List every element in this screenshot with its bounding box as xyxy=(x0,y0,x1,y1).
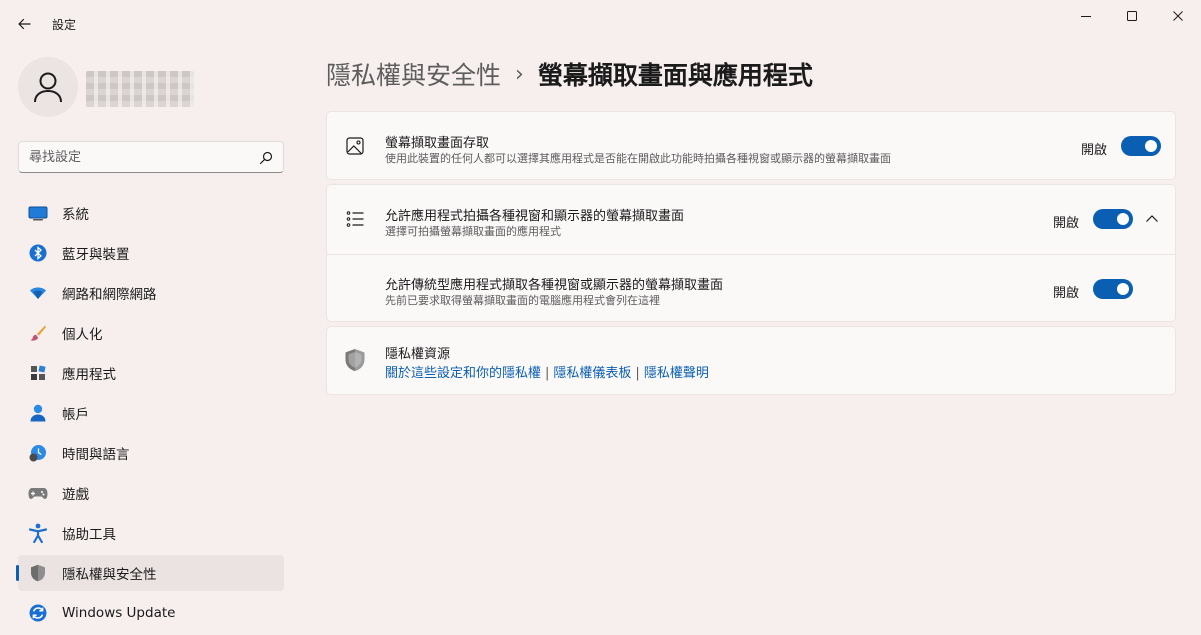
sidebar-item-label: 系統 xyxy=(62,207,89,223)
minimize-icon xyxy=(1081,16,1091,17)
sidebar-nav: 系統 藍牙與裝置 網路和網際網路 個人化 應用程式 帳戶 時間與語言 遊戲 協助… xyxy=(16,195,284,635)
search-icon[interactable] xyxy=(259,150,273,169)
window-controls xyxy=(1063,0,1201,32)
sidebar-item-personalization[interactable]: 個人化 xyxy=(18,315,284,351)
sidebar-item-label: 隱私權與安全性 xyxy=(62,567,157,583)
image-icon xyxy=(344,135,366,157)
allow-desktop-apps-toggle[interactable] xyxy=(1093,279,1133,299)
sidebar-item-privacy-security[interactable]: 隱私權與安全性 xyxy=(16,555,284,591)
toggle-state-label: 開啟 xyxy=(1053,216,1080,231)
setting-title: 螢幕擷取畫面存取 xyxy=(385,136,490,151)
sidebar-item-label: 時間與語言 xyxy=(62,447,130,463)
sidebar-item-label: Windows Update xyxy=(62,605,176,621)
profile-name-redacted xyxy=(86,71,194,107)
network-icon xyxy=(28,283,48,303)
title-bar: 設定 xyxy=(0,0,1201,48)
close-icon xyxy=(1173,11,1183,21)
setting-title: 允許應用程式拍攝各種視窗和顯示器的螢幕擷取畫面 xyxy=(385,209,685,224)
screenshot-access-toggle[interactable] xyxy=(1121,136,1161,156)
toggle-state-label: 開啟 xyxy=(1081,143,1108,158)
back-button[interactable] xyxy=(12,12,36,36)
breadcrumb-separator: › xyxy=(515,61,524,87)
account-icon xyxy=(28,403,48,423)
screenshot-access-card: 螢幕擷取畫面存取 使用此裝置的任何人都可以選擇其應用程式是否能在開啟此功能時拍攝… xyxy=(326,111,1176,180)
sidebar-item-label: 遊戲 xyxy=(62,487,89,503)
system-display-icon xyxy=(28,203,48,223)
breadcrumb-parent[interactable]: 隱私權與安全性 xyxy=(326,56,501,92)
windows-update-icon xyxy=(28,603,48,623)
setting-description: 使用此裝置的任何人都可以選擇其應用程式是否能在開啟此功能時拍攝各種視窗或顯示器的… xyxy=(385,152,891,165)
toggle-state-label: 開啟 xyxy=(1053,286,1080,301)
allow-desktop-apps-row: 允許傳統型應用程式擷取各種視窗或顯示器的螢幕擷取畫面 先前已要求取得螢幕擷取畫面… xyxy=(327,255,1175,323)
shield-icon xyxy=(28,563,48,583)
bluetooth-icon xyxy=(28,243,48,263)
gamepad-icon xyxy=(28,483,48,503)
maximize-icon xyxy=(1127,11,1137,21)
sidebar-item-apps[interactable]: 應用程式 xyxy=(18,355,284,391)
toggle-knob xyxy=(1117,283,1129,295)
toggle-knob xyxy=(1117,213,1129,225)
accessibility-icon xyxy=(28,523,48,543)
minimize-button[interactable] xyxy=(1063,0,1109,32)
sidebar-item-accessibility[interactable]: 協助工具 xyxy=(18,515,284,551)
sidebar-item-label: 應用程式 xyxy=(62,367,116,383)
list-icon xyxy=(344,208,366,230)
sidebar-item-network[interactable]: 網路和網際網路 xyxy=(18,275,284,311)
time-language-icon xyxy=(28,443,48,463)
setting-description: 選擇可拍攝螢幕擷取畫面的應用程式 xyxy=(385,225,561,238)
sidebar-item-windows-update[interactable]: Windows Update xyxy=(18,595,284,631)
sidebar-item-label: 協助工具 xyxy=(62,527,116,543)
avatar xyxy=(18,57,78,117)
back-arrow-icon xyxy=(18,18,31,30)
close-button[interactable] xyxy=(1155,0,1201,32)
resources-title: 隱私權資源 xyxy=(385,347,451,362)
link-separator: | xyxy=(545,366,550,381)
sidebar-item-gaming[interactable]: 遊戲 xyxy=(18,475,284,511)
sidebar-item-time-language[interactable]: 時間與語言 xyxy=(18,435,284,471)
sidebar-item-bluetooth[interactable]: 藍牙與裝置 xyxy=(18,235,284,271)
sidebar-item-system[interactable]: 系統 xyxy=(18,195,284,231)
search-input[interactable] xyxy=(29,148,249,166)
sidebar-item-label: 帳戶 xyxy=(62,407,89,423)
link-privacy-dashboard[interactable]: 隱私權儀表板 xyxy=(553,366,631,381)
allow-apps-card: 允許應用程式拍攝各種視窗和顯示器的螢幕擷取畫面 選擇可拍攝螢幕擷取畫面的應用程式… xyxy=(326,184,1176,322)
person-icon xyxy=(34,72,62,103)
chevron-up-icon[interactable] xyxy=(1144,211,1160,227)
sidebar-item-accounts[interactable]: 帳戶 xyxy=(18,395,284,431)
sidebar-item-label: 網路和網際網路 xyxy=(62,287,157,303)
toggle-knob xyxy=(1145,140,1157,152)
link-about-settings-privacy[interactable]: 關於這些設定和你的隱私權 xyxy=(385,366,541,381)
page-title: 螢幕擷取畫面與應用程式 xyxy=(537,61,813,90)
sidebar-item-label: 個人化 xyxy=(62,327,103,343)
link-separator: | xyxy=(635,366,640,381)
link-privacy-statement[interactable]: 隱私權聲明 xyxy=(644,366,709,381)
allow-apps-toggle[interactable] xyxy=(1093,209,1133,229)
shield-icon xyxy=(344,349,366,371)
active-indicator xyxy=(16,565,19,581)
setting-title: 允許傳統型應用程式擷取各種視窗或顯示器的螢幕擷取畫面 xyxy=(385,278,724,293)
search-box[interactable] xyxy=(18,141,284,173)
privacy-resources-card: 隱私權資源 關於這些設定和你的隱私權 | 隱私權儀表板 | 隱私權聲明 xyxy=(326,326,1176,395)
paintbrush-icon xyxy=(28,323,48,343)
app-title: 設定 xyxy=(52,18,77,32)
maximize-button[interactable] xyxy=(1109,0,1155,32)
sidebar-item-label: 藍牙與裝置 xyxy=(62,247,130,263)
breadcrumb: 隱私權與安全性 › 螢幕擷取畫面與應用程式 xyxy=(326,56,813,92)
setting-description: 先前已要求取得螢幕擷取畫面的電腦應用程式會列在這裡 xyxy=(385,294,660,307)
allow-apps-row[interactable]: 允許應用程式拍攝各種視窗和顯示器的螢幕擷取畫面 選擇可拍攝螢幕擷取畫面的應用程式… xyxy=(327,185,1175,255)
user-profile[interactable] xyxy=(18,57,194,117)
screenshot-access-row: 螢幕擷取畫面存取 使用此裝置的任何人都可以選擇其應用程式是否能在開啟此功能時拍攝… xyxy=(327,112,1175,181)
privacy-links: 關於這些設定和你的隱私權 | 隱私權儀表板 | 隱私權聲明 xyxy=(385,362,709,381)
apps-icon xyxy=(28,363,48,383)
